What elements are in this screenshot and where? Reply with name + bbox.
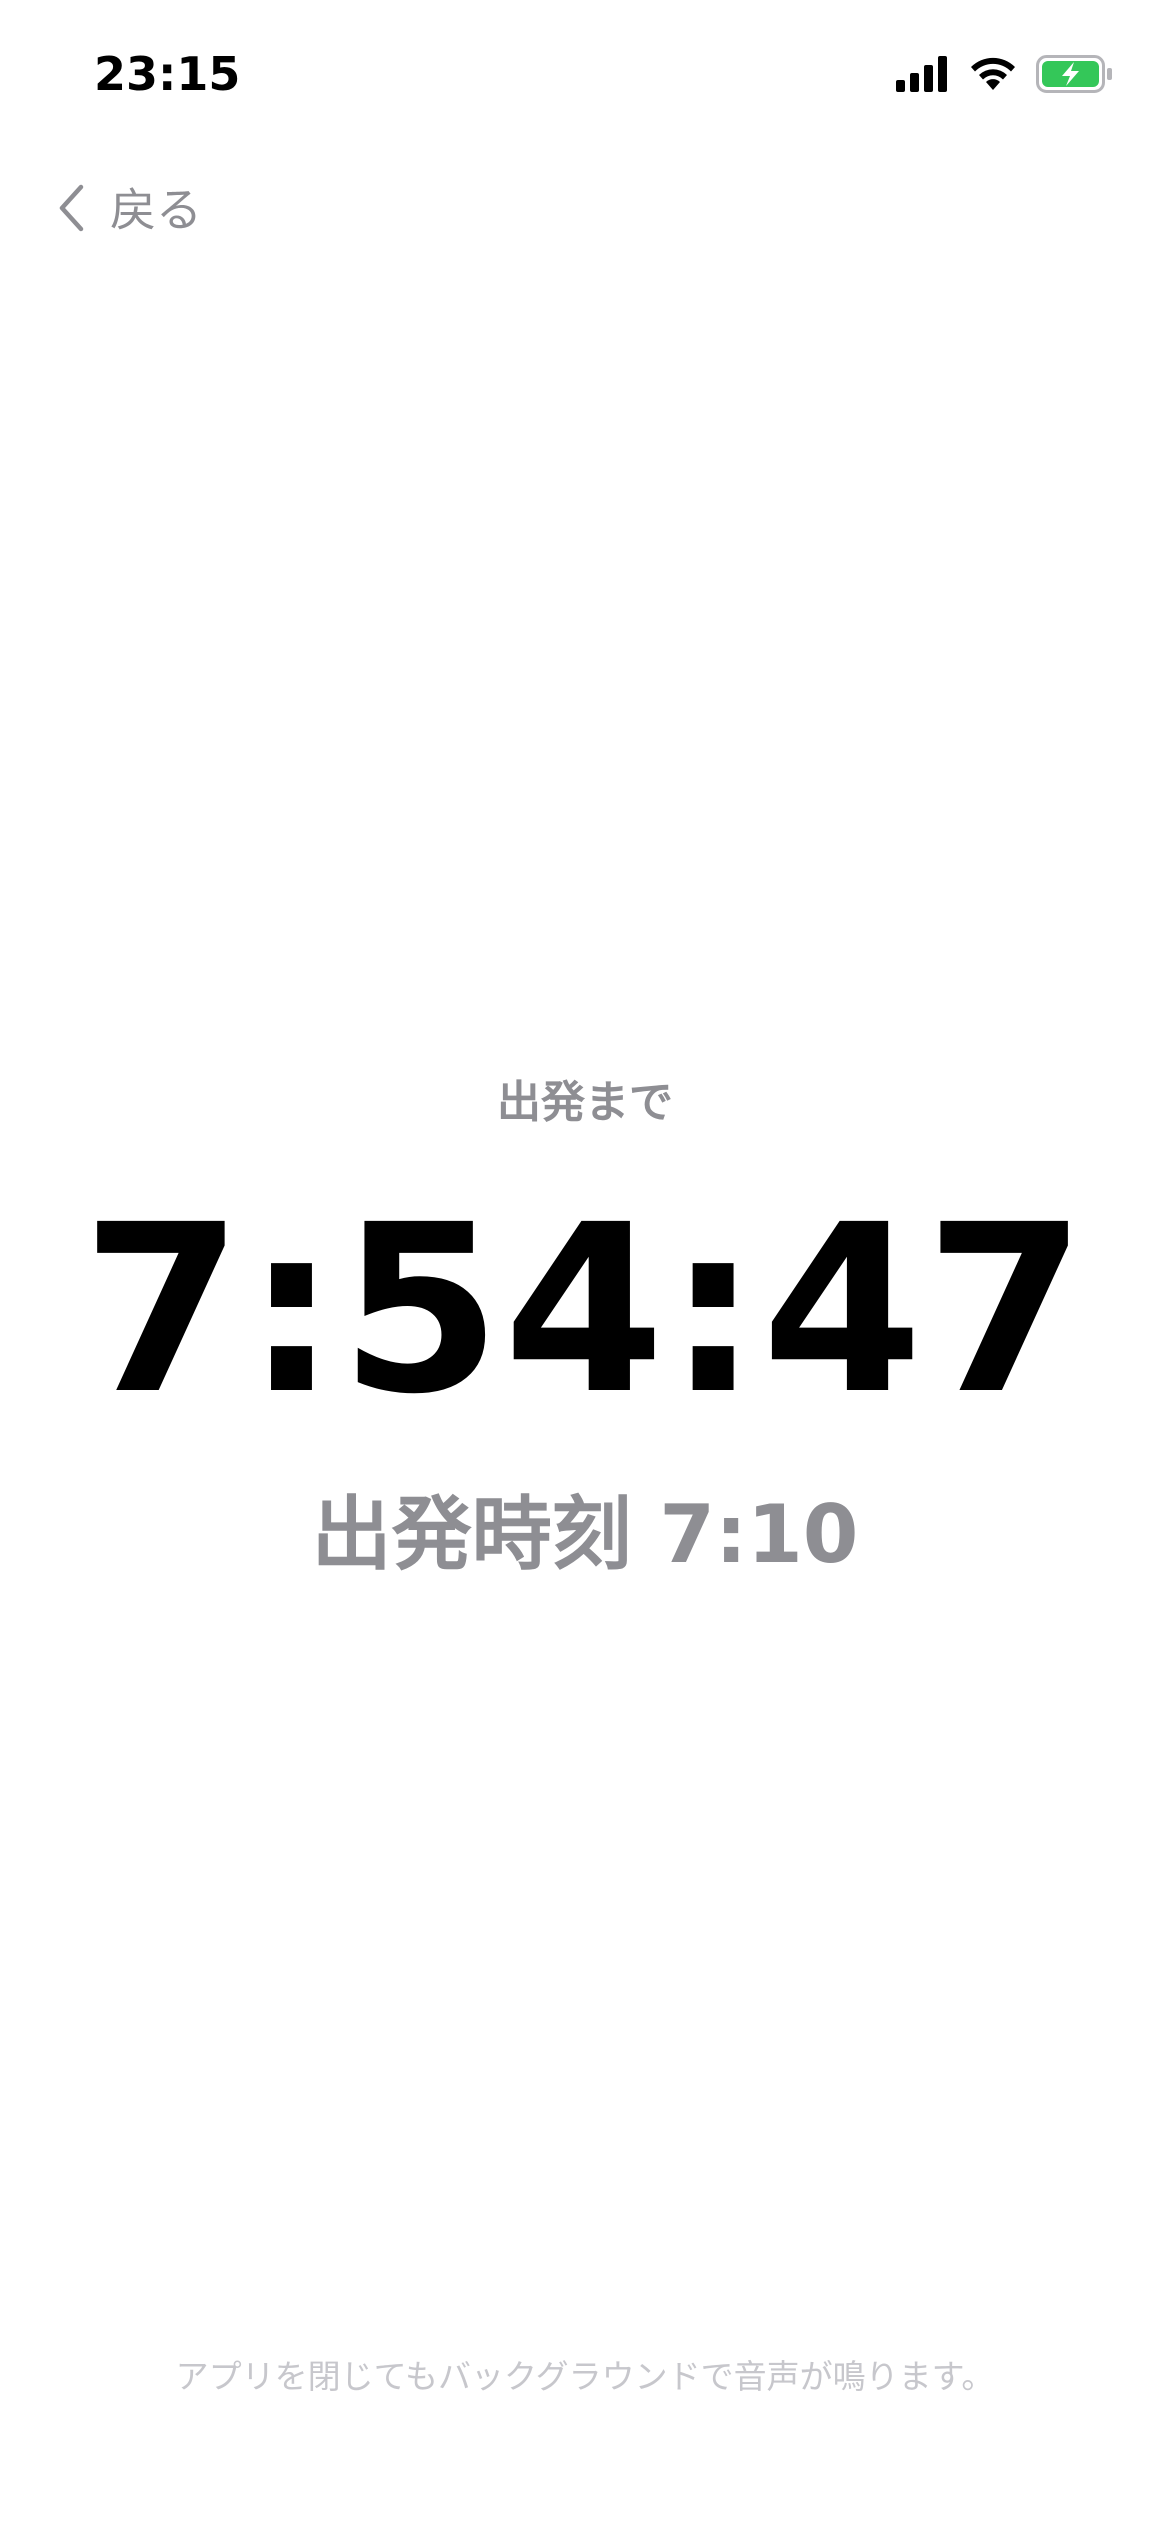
cellular-signal-icon [896, 56, 950, 92]
countdown-caption: 出発まで [497, 1077, 673, 1128]
countdown-timer: 7:54:47 [81, 1175, 1089, 1445]
back-button[interactable]: 戻る [56, 170, 202, 250]
back-label: 戻る [110, 183, 202, 237]
status-icons [896, 50, 1114, 98]
chevron-left-icon [56, 183, 86, 237]
status-bar: 23:15 [0, 0, 1170, 150]
background-audio-note: アプリを閉じてもバックグラウンドで音声が鳴ります。 [175, 2357, 995, 2396]
countdown-screen: 23:15 戻る 出発まで 7:54:47 出発時刻 7:10 アプリを閉じても… [0, 0, 1170, 2532]
departure-time-label: 出発時刻 7:10 [311, 1488, 859, 1581]
battery-charging-icon [1036, 55, 1114, 93]
status-time: 23:15 [94, 47, 241, 101]
wifi-icon [968, 56, 1018, 92]
